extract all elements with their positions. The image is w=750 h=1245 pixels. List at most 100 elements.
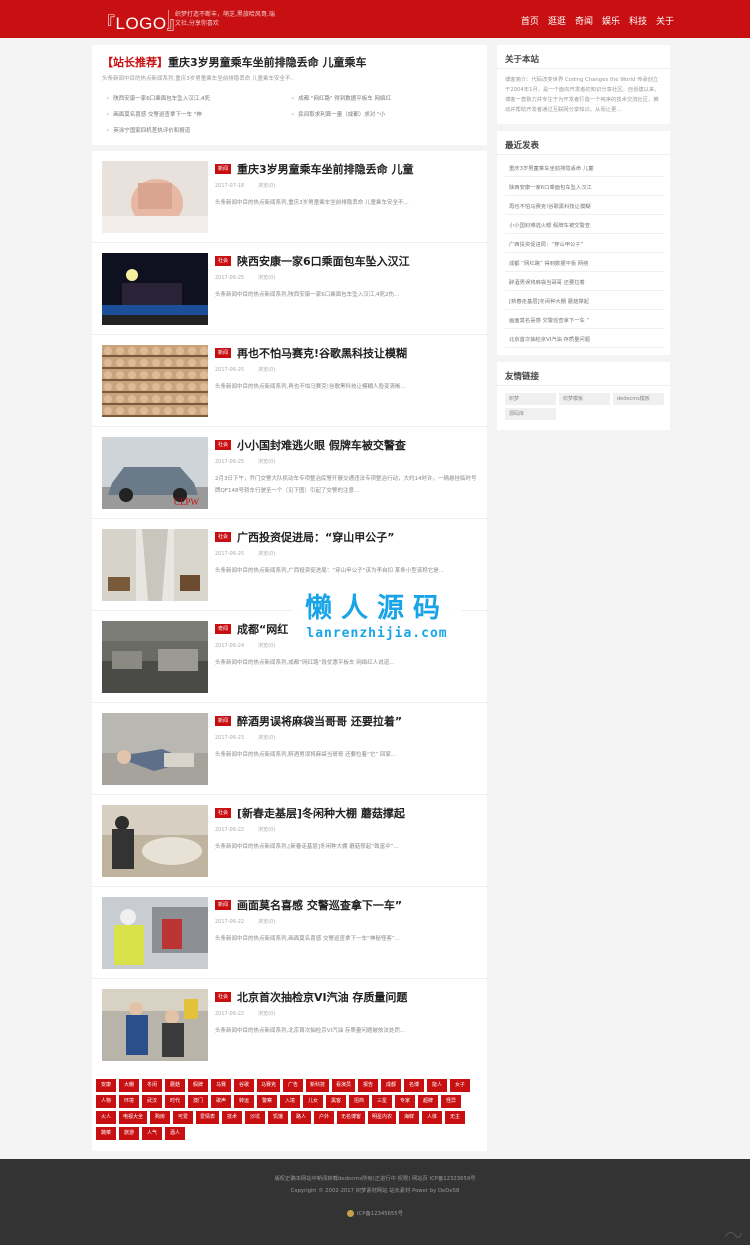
tag-chip[interactable]: 爱情表 xyxy=(196,1111,220,1124)
tag-chip[interactable]: 广告 xyxy=(283,1079,304,1092)
article-title[interactable]: 重庆3岁男童乘车坐前排隐丢命 儿童 xyxy=(237,161,413,177)
nav-item-browse[interactable]: 逛逛 xyxy=(548,14,566,27)
category-badge[interactable]: 社会 xyxy=(215,256,232,266)
tag-chip[interactable]: 转运 xyxy=(234,1095,254,1108)
nav-item-entertainment[interactable]: 娱乐 xyxy=(602,14,620,27)
recent-post-link[interactable]: 再也不怕马赛克!谷歌黑科技让模糊 xyxy=(509,202,664,210)
friend-link[interactable]: dedecms模板 xyxy=(613,393,664,405)
article-title[interactable]: 再也不怕马赛克!谷歌黑科技让模糊 xyxy=(237,345,407,361)
tag-chip[interactable]: 电视大全 xyxy=(119,1111,148,1124)
category-badge[interactable]: 新闻 xyxy=(215,900,232,910)
recommend-item[interactable]: 成都 "网红路" 得到数据平板车 网络红 xyxy=(291,94,391,102)
tag-chip[interactable]: 谷歌 xyxy=(234,1079,254,1092)
article-thumbnail[interactable] xyxy=(102,897,208,969)
tag-chip[interactable]: 招商 xyxy=(349,1095,369,1108)
article-title[interactable]: 陕西安康一家6口乘面包车坠入汉江 xyxy=(237,253,410,269)
tag-chip[interactable]: 蘑菇 xyxy=(165,1079,185,1092)
tag-chip[interactable]: 户外 xyxy=(314,1111,335,1124)
tag-chip[interactable]: 饥饿 xyxy=(268,1111,289,1124)
article-title[interactable]: 画面莫名喜感 交警巡查拿下一车” xyxy=(237,897,402,913)
article-thumbnail[interactable]: CEPW xyxy=(102,437,208,509)
tag-chip[interactable]: 怪异 xyxy=(441,1095,461,1108)
tag-chip[interactable]: 成都 xyxy=(381,1079,402,1092)
tag-chip[interactable]: 火人 xyxy=(96,1111,116,1124)
tag-chip[interactable]: 无名博客 xyxy=(337,1111,366,1124)
article-thumbnail[interactable] xyxy=(102,345,208,417)
tag-chip[interactable]: 马赛克 xyxy=(257,1079,281,1092)
article-thumbnail[interactable] xyxy=(102,253,208,325)
tag-chip[interactable]: 环境 xyxy=(119,1095,139,1108)
recent-post-link[interactable]: 画面莫名喜感 交警巡查拿下一车 ” xyxy=(509,316,664,324)
tag-chip[interactable]: 无主 xyxy=(445,1111,466,1124)
tag-chip[interactable]: 冬闲 xyxy=(142,1079,162,1092)
tag-chip[interactable]: 能人 xyxy=(427,1079,448,1092)
recommend-item[interactable]: 民间取求利算一量（成都）求对 "小 xyxy=(291,110,385,118)
tag-chip[interactable]: 报告 xyxy=(358,1079,379,1092)
tag-chip[interactable]: 警察 xyxy=(257,1095,277,1108)
category-badge[interactable]: 新闻 xyxy=(215,716,232,726)
tag-chip[interactable]: 购房 xyxy=(150,1111,171,1124)
article-title[interactable]: 小小国封难逃火眼 假牌车被交警查 xyxy=(237,437,406,453)
tag-chip[interactable]: 海鲜 xyxy=(399,1111,420,1124)
friend-link[interactable]: 织梦 xyxy=(505,393,556,405)
recent-post-link[interactable]: 重庆3岁男童乘车坐前排隐丢命 儿童 xyxy=(509,164,664,172)
nav-item-tech[interactable]: 科技 xyxy=(629,14,647,27)
tag-chip[interactable]: 人物 xyxy=(96,1095,116,1108)
tag-chip[interactable]: 武汉 xyxy=(142,1095,162,1108)
tag-chip[interactable]: 蔬菜 xyxy=(96,1127,116,1140)
tag-chip[interactable]: 澳门 xyxy=(188,1095,208,1108)
tag-chip[interactable]: 黑客 xyxy=(326,1095,346,1108)
category-badge[interactable]: 新闻 xyxy=(215,164,232,174)
category-badge[interactable]: 奇闻 xyxy=(215,624,232,634)
category-badge[interactable]: 社会 xyxy=(215,440,232,450)
recommend-headline[interactable]: 重庆3岁男童乘车坐前排隐丢命 儿童乘车 xyxy=(168,56,366,69)
recommend-item[interactable]: 陕西安康一家6口乘面包车坠入汉江,4死 xyxy=(106,94,210,102)
tag-chip[interactable]: 专家 xyxy=(395,1095,415,1108)
article-thumbnail[interactable] xyxy=(102,529,208,601)
recent-post-link[interactable]: 陕西安康一家6口乘面包车坠入汉江 xyxy=(509,183,664,191)
recent-post-link[interactable]: 成都 “网红路” 得到数据平板 网络 xyxy=(509,259,664,267)
article-title[interactable]: 北京首次抽检京VI汽油 存质量问题 xyxy=(237,989,407,1005)
tag-chip[interactable]: 人体 xyxy=(422,1111,443,1124)
category-badge[interactable]: 社会 xyxy=(215,532,232,542)
recommend-item[interactable]: 英涂宁国家四机差执评价和报道 xyxy=(106,126,190,134)
tag-chip[interactable]: 明星内衣 xyxy=(368,1111,397,1124)
recent-post-link[interactable]: 小小国封难逃火眼 假牌车被交警查 xyxy=(509,221,664,229)
friend-link[interactable]: 源码库 xyxy=(505,408,556,420)
tag-chip[interactable]: 假牌 xyxy=(188,1079,208,1092)
tag-chip[interactable]: 可爱 xyxy=(173,1111,194,1124)
tag-chip[interactable]: 酒人 xyxy=(165,1127,185,1140)
tag-chip[interactable]: 入境 xyxy=(280,1095,300,1108)
tag-chip[interactable]: 大棚 xyxy=(119,1079,139,1092)
article-title[interactable]: 成都“网红 xyxy=(237,621,288,637)
tag-chip[interactable]: 沙坑 xyxy=(245,1111,266,1124)
category-badge[interactable]: 新闻 xyxy=(215,348,232,358)
tag-chip[interactable]: 歌声 xyxy=(211,1095,231,1108)
nav-item-home[interactable]: 首页 xyxy=(521,14,539,27)
category-badge[interactable]: 社会 xyxy=(215,808,232,818)
tag-chip[interactable]: 马赛 xyxy=(211,1079,231,1092)
recent-post-link[interactable]: [新春走基层]冬闲种大棚 蘑菇撑起 xyxy=(509,297,664,305)
recommend-item[interactable]: 画面莫名喜感 交警巡查拿下一车 "神 xyxy=(106,110,202,118)
friend-link[interactable]: 织梦模板 xyxy=(559,393,610,405)
recent-post-link[interactable]: 广西投资促进局：“穿山甲公子” xyxy=(509,240,664,248)
tag-chip[interactable]: 路人 xyxy=(291,1111,312,1124)
tag-chip[interactable]: 旅游 xyxy=(119,1127,139,1140)
tag-chip[interactable]: 新科技 xyxy=(306,1079,330,1092)
article-title[interactable]: 醉酒男误将麻袋当哥哥 还要拉着” xyxy=(237,713,402,729)
nav-item-oddities[interactable]: 奇闻 xyxy=(575,14,593,27)
tag-chip[interactable]: 超牌 xyxy=(418,1095,438,1108)
tag-chip[interactable]: 人气 xyxy=(142,1127,162,1140)
article-title[interactable]: [新春走基层]冬闲种大棚 蘑菇撑起 xyxy=(237,805,405,821)
article-thumbnail[interactable] xyxy=(102,989,208,1061)
tag-chip[interactable]: 女子 xyxy=(450,1079,471,1092)
nav-item-about[interactable]: 关于 xyxy=(656,14,674,27)
tag-chip[interactable]: 三星 xyxy=(372,1095,392,1108)
tag-chip[interactable]: 名博 xyxy=(404,1079,425,1092)
footer-icp[interactable]: ICP备12345655号 xyxy=(0,1209,750,1217)
category-badge[interactable]: 社会 xyxy=(215,992,232,1002)
tag-chip[interactable]: 儿女 xyxy=(303,1095,323,1108)
tag-chip[interactable]: 安康 xyxy=(96,1079,116,1092)
article-thumbnail[interactable] xyxy=(102,161,208,233)
article-title[interactable]: 广西投资促进局：“穿山甲公子” xyxy=(237,529,394,545)
